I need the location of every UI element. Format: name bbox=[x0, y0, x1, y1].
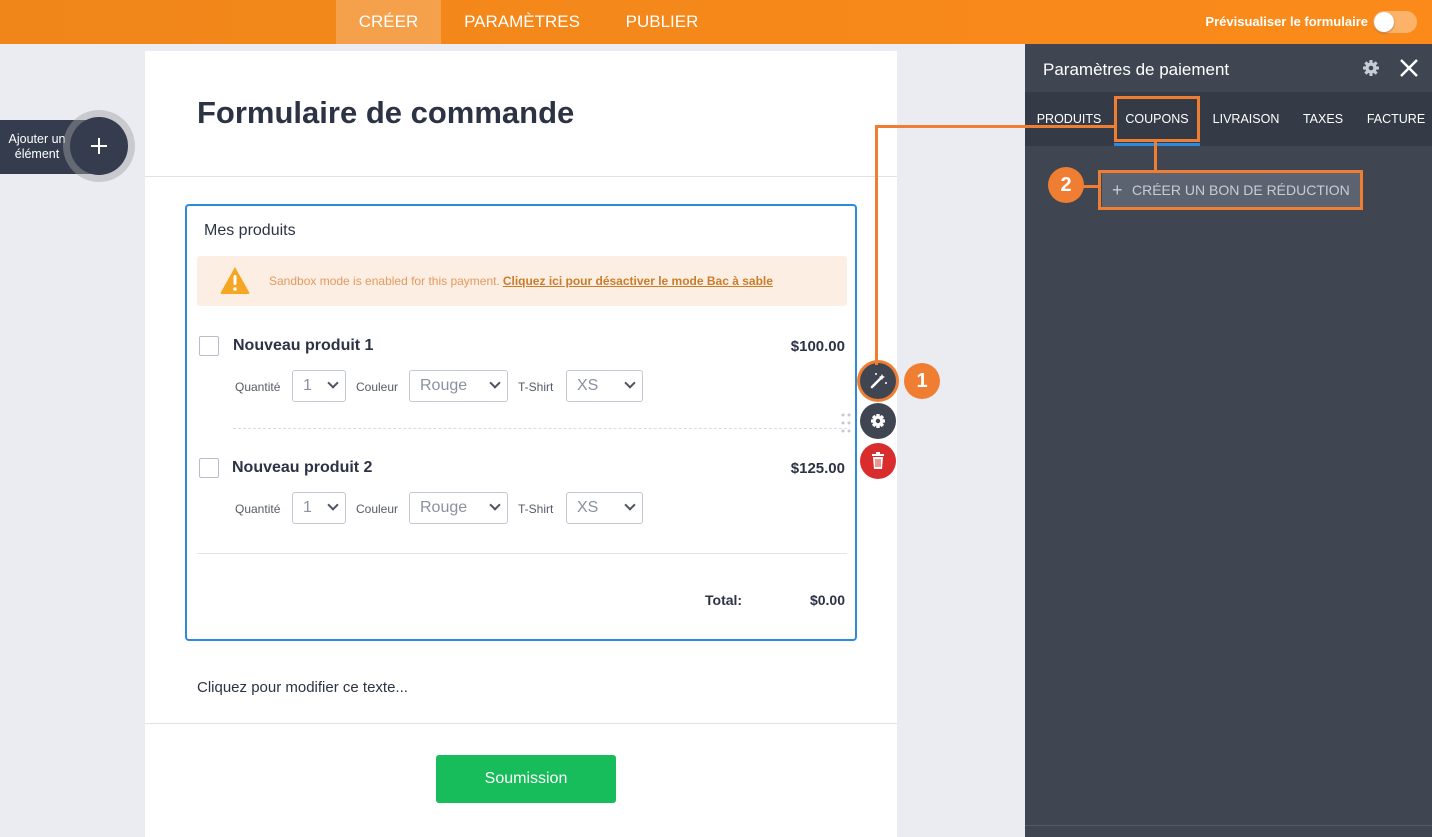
sandbox-text: Sandbox mode is enabled for this payment… bbox=[269, 274, 773, 288]
gear-icon[interactable] bbox=[1361, 58, 1381, 78]
properties-button[interactable] bbox=[860, 363, 896, 399]
product-separator bbox=[233, 428, 847, 429]
preview-toggle[interactable] bbox=[1373, 11, 1417, 33]
total-separator bbox=[197, 553, 847, 554]
add-element-button[interactable] bbox=[70, 117, 128, 175]
product-checkbox[interactable] bbox=[199, 336, 219, 356]
tab-publier[interactable]: PUBLIER bbox=[612, 0, 712, 44]
tab-creer[interactable]: CRÉER bbox=[336, 0, 441, 44]
chevron-down-icon bbox=[624, 499, 636, 511]
annotation-connector bbox=[1154, 142, 1157, 170]
total-label: Total: bbox=[705, 592, 743, 608]
bottom-divider bbox=[145, 723, 897, 724]
form-card: Formulaire de commande Mes produits Sand… bbox=[145, 51, 897, 837]
gear-icon bbox=[871, 414, 885, 428]
product-list-field[interactable]: Mes produits Sandbox mode is enabled for… bbox=[185, 204, 857, 641]
tab-livraison[interactable]: LIVRAISON bbox=[1207, 92, 1285, 146]
quantity-select[interactable]: 1 bbox=[292, 492, 346, 524]
tshirt-select[interactable]: XS bbox=[566, 370, 643, 402]
chevron-down-icon bbox=[489, 377, 501, 389]
tab-taxes[interactable]: TAXES bbox=[1297, 92, 1349, 146]
color-select[interactable]: Rouge bbox=[409, 492, 508, 524]
toggle-knob bbox=[1374, 12, 1394, 32]
disable-sandbox-link[interactable]: Cliquez ici pour désactiver le mode Bac … bbox=[503, 274, 773, 288]
chevron-down-icon bbox=[624, 377, 636, 389]
quantity-label: Quantité bbox=[235, 502, 281, 516]
annotation-connector bbox=[1083, 185, 1099, 188]
quantity-label: Quantité bbox=[235, 380, 281, 394]
sandbox-message: Sandbox mode is enabled for this payment… bbox=[269, 274, 500, 288]
chevron-down-icon bbox=[327, 499, 339, 511]
total-value: $0.00 bbox=[809, 592, 845, 608]
quantity-value: 1 bbox=[303, 499, 312, 516]
product-name: Nouveau produit 2 bbox=[232, 459, 373, 476]
tab-parametres[interactable]: PARAMÈTRES bbox=[452, 0, 592, 44]
color-value: Rouge bbox=[420, 499, 468, 516]
product-checkbox[interactable] bbox=[199, 458, 219, 478]
magic-wand-icon bbox=[870, 373, 887, 389]
submit-button[interactable]: Soumission bbox=[436, 755, 616, 803]
tshirt-value: XS bbox=[577, 377, 599, 394]
tshirt-value: XS bbox=[577, 499, 599, 516]
color-select[interactable]: Rouge bbox=[409, 370, 508, 402]
form-title[interactable]: Formulaire de commande bbox=[197, 95, 574, 131]
trash-icon bbox=[872, 452, 884, 469]
quantity-select[interactable]: 1 bbox=[292, 370, 346, 402]
step-badge-1: 1 bbox=[904, 363, 940, 399]
tab-produits[interactable]: PRODUITS bbox=[1033, 92, 1105, 146]
chevron-down-icon bbox=[327, 377, 339, 389]
field-settings-button[interactable] bbox=[860, 403, 896, 439]
annotation-connector bbox=[875, 125, 878, 365]
product-list-label[interactable]: Mes produits bbox=[204, 222, 296, 240]
preview-form-label: Prévisualiser le formulaire bbox=[1205, 14, 1368, 29]
create-coupon-highlight bbox=[1098, 170, 1363, 210]
product-price: $100.00 bbox=[790, 338, 845, 355]
title-divider bbox=[145, 176, 897, 177]
color-value: Rouge bbox=[420, 377, 468, 394]
panel-header: Paramètres de paiement bbox=[1025, 44, 1432, 92]
product-name: Nouveau produit 1 bbox=[233, 337, 374, 354]
product-price: $125.00 bbox=[790, 460, 845, 477]
top-nav-bar: CRÉER PARAMÈTRES PUBLIER Prévisualiser l… bbox=[0, 0, 1432, 44]
quantity-value: 1 bbox=[303, 377, 312, 394]
sandbox-notice: Sandbox mode is enabled for this payment… bbox=[197, 256, 847, 306]
payment-settings-panel: Paramètres de paiement PRODUITS COUPONS … bbox=[1025, 44, 1432, 837]
editable-text[interactable]: Cliquez pour modifier ce texte... bbox=[197, 679, 408, 696]
tshirt-select[interactable]: XS bbox=[566, 492, 643, 524]
color-label: Couleur bbox=[356, 502, 399, 516]
delete-field-button[interactable] bbox=[860, 443, 896, 479]
drag-handle-icon[interactable] bbox=[840, 412, 852, 434]
panel-tabs: PRODUITS COUPONS LIVRAISON TAXES FACTURE bbox=[1025, 92, 1432, 146]
step-badge-2: 2 bbox=[1048, 167, 1084, 203]
panel-bottom-border bbox=[1025, 825, 1432, 826]
coupons-tab-highlight bbox=[1114, 96, 1200, 142]
tshirt-label: T-Shirt bbox=[518, 502, 554, 516]
color-label: Couleur bbox=[356, 380, 399, 394]
warning-icon bbox=[220, 267, 250, 294]
annotation-connector bbox=[875, 125, 1115, 128]
tab-facture[interactable]: FACTURE bbox=[1361, 92, 1431, 146]
tshirt-label: T-Shirt bbox=[518, 380, 554, 394]
panel-title: Paramètres de paiement bbox=[1043, 60, 1230, 79]
close-icon[interactable] bbox=[1397, 56, 1421, 80]
plus-icon bbox=[91, 138, 107, 154]
chevron-down-icon bbox=[489, 499, 501, 511]
